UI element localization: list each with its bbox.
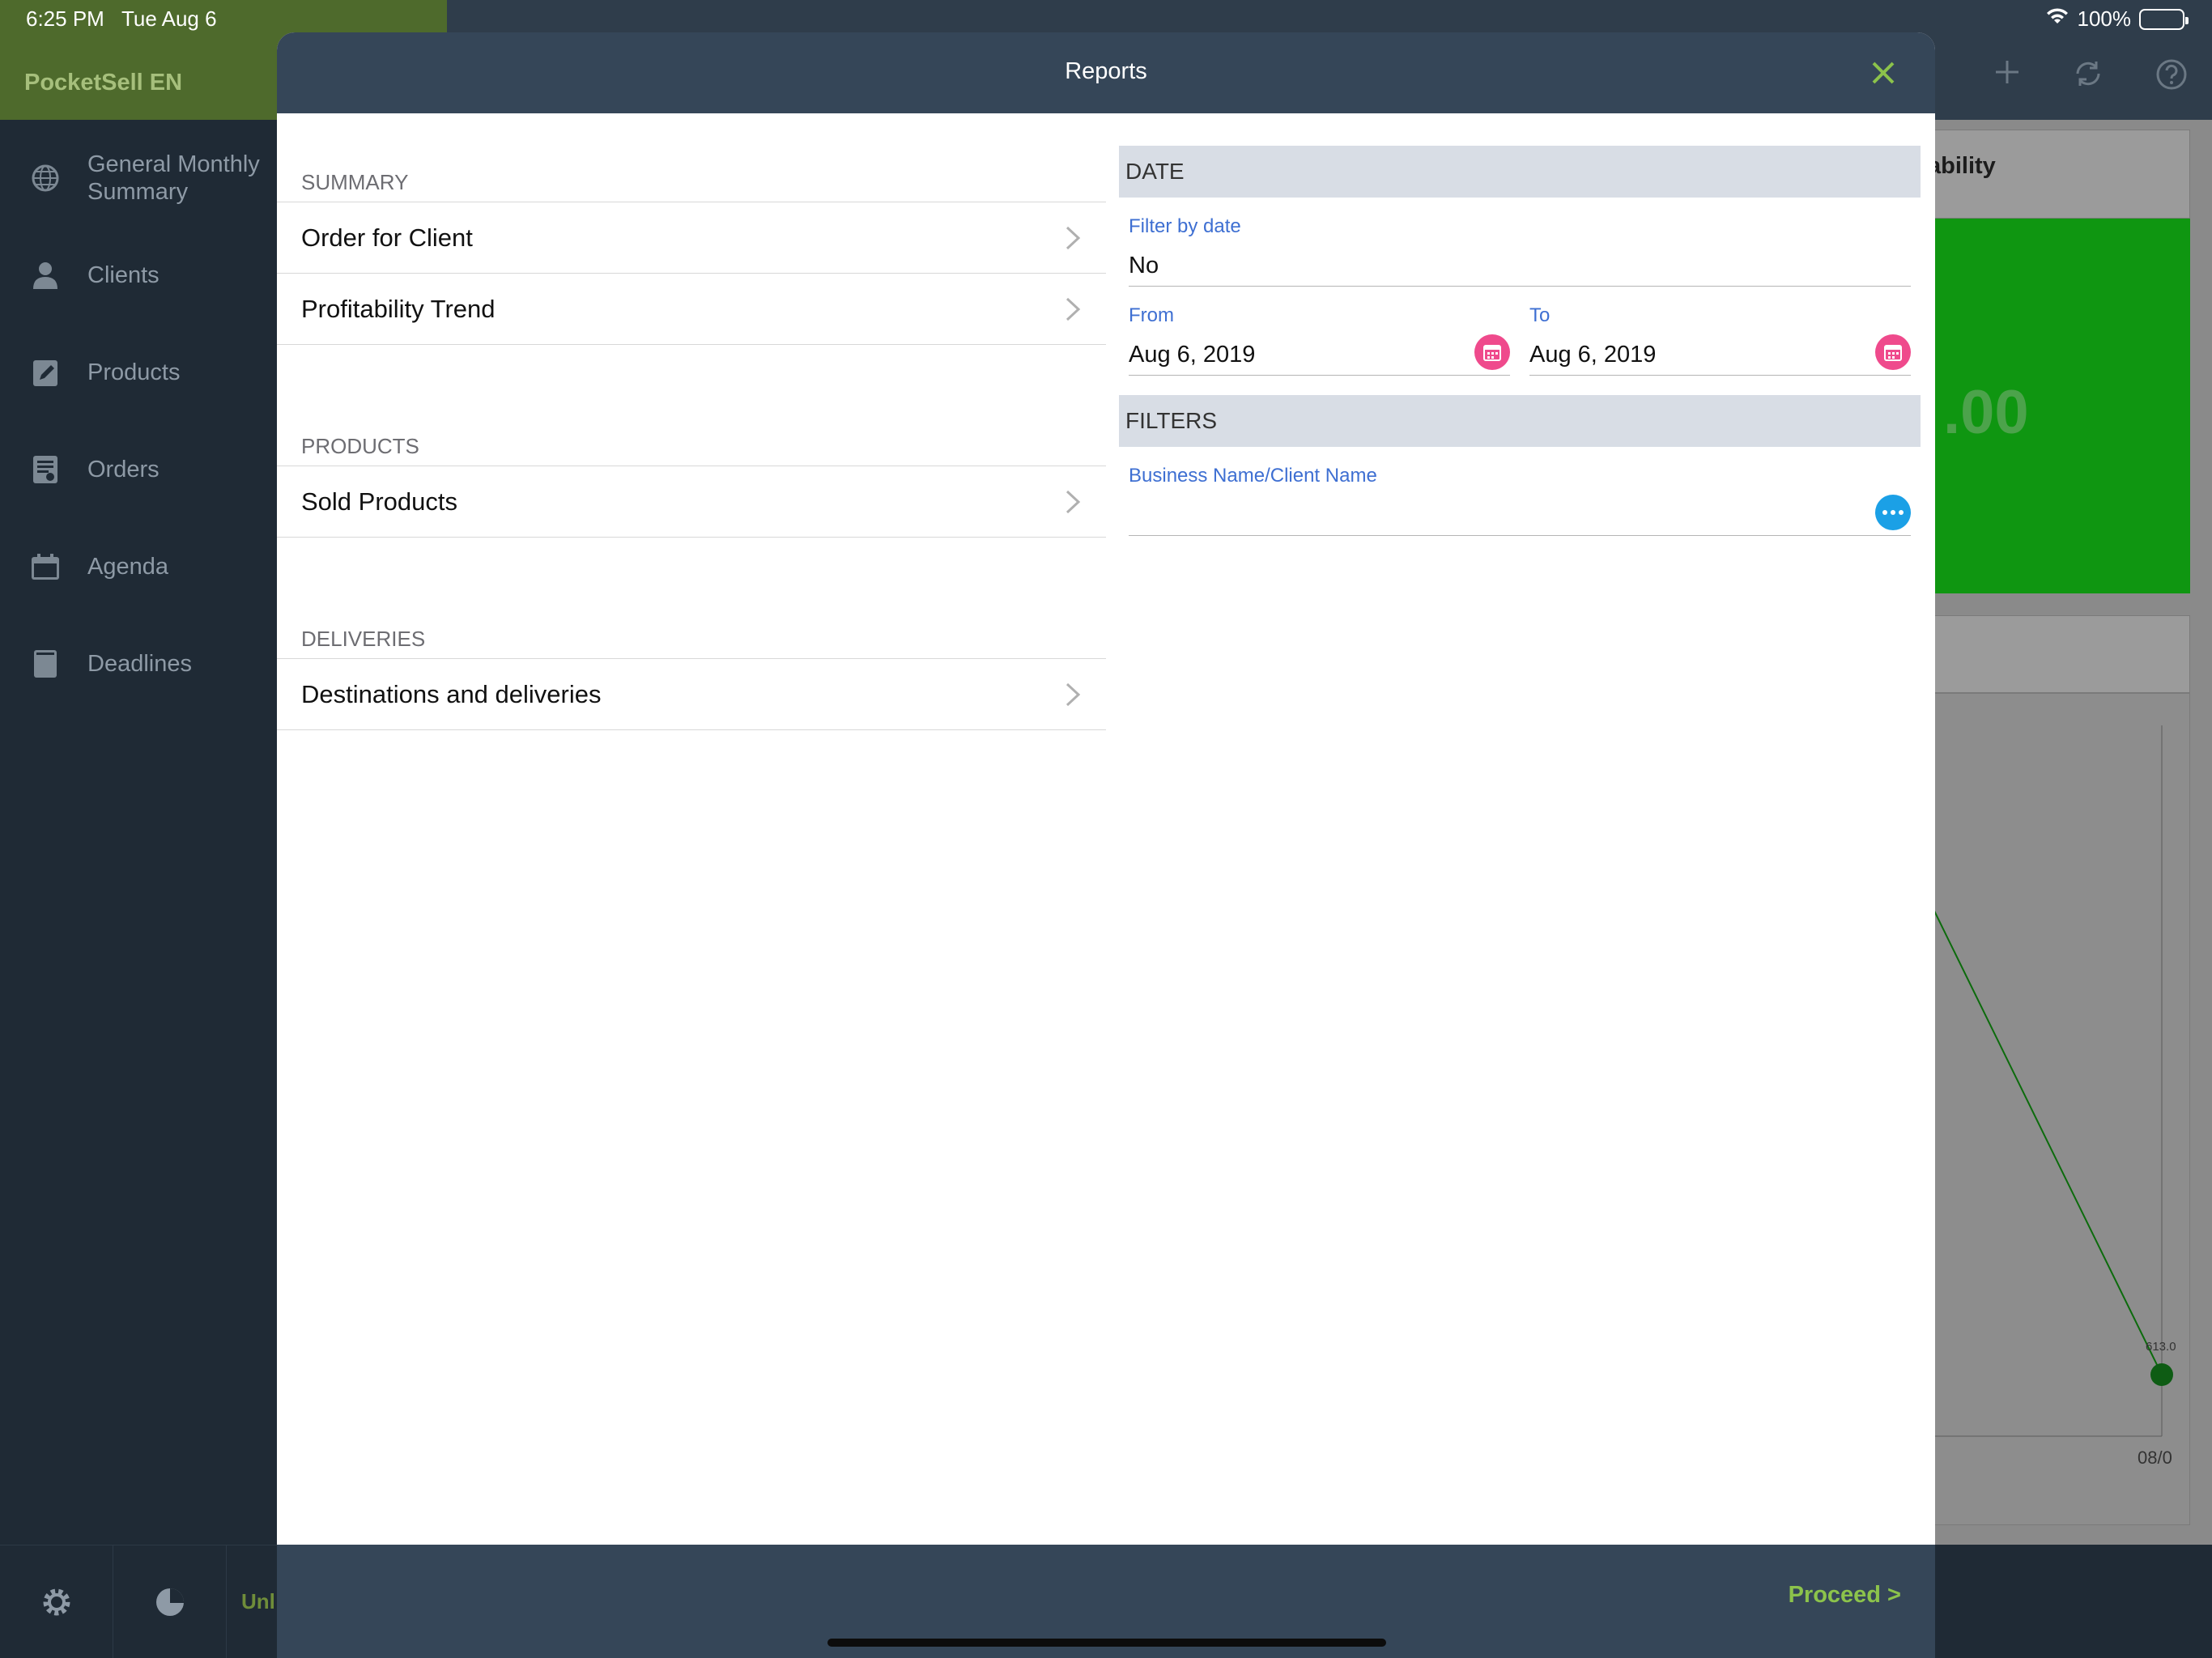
report-parameters: DATE Filter by date No From Aug 6, 2019 … (1119, 146, 1921, 536)
sidebar-item-label: Orders (87, 457, 160, 483)
sidebar-item-label: Deadlines (87, 651, 192, 677)
date-group-header: DATE (1119, 146, 1921, 198)
profitability-card-header: ability (1911, 130, 2190, 219)
to-date-value[interactable]: Aug 6, 2019 (1529, 327, 1911, 376)
sidebar-item-label: Products (87, 359, 181, 385)
sync-icon[interactable] (2073, 58, 2104, 95)
section-header-products: PRODUCTS (277, 393, 1106, 466)
calendar-icon (1884, 345, 1902, 361)
ellipsis-icon (1882, 510, 1887, 515)
close-button[interactable] (1864, 53, 1903, 92)
client-name-field[interactable]: Business Name/Client Name (1119, 447, 1921, 536)
report-row-label: Profitability Trend (301, 294, 496, 323)
sidebar-item-label: Agenda (87, 554, 168, 580)
book-icon (31, 649, 60, 678)
report-row-label: Order for Client (301, 223, 473, 252)
card-label: ability (1928, 153, 1996, 179)
sidebar-item-label: Clients (87, 262, 160, 288)
client-name-value[interactable] (1129, 487, 1911, 536)
more-options-button[interactable] (1875, 495, 1911, 530)
chevron-right-icon (1066, 297, 1081, 321)
status-date: Tue Aug 6 (121, 6, 217, 31)
profitability-card: .00 (1911, 219, 2190, 593)
trend-chart: 613.0 08/0 (1911, 725, 2176, 1468)
date-range-row: From Aug 6, 2019 To Aug 6, 2019 (1119, 287, 1921, 376)
chevron-right-icon (1066, 682, 1081, 706)
modal-footer: Proceed > (277, 1545, 1935, 1658)
report-row-sold-products[interactable]: Sold Products (277, 466, 1106, 538)
chart-point-label: 613.0 (2146, 1340, 2176, 1354)
filter-by-date-field[interactable]: Filter by date No (1119, 198, 1921, 287)
field-label: To (1529, 304, 1551, 326)
from-date-value[interactable]: Aug 6, 2019 (1129, 327, 1510, 376)
unlock-link[interactable]: Unl (227, 1589, 275, 1614)
status-time: 6:25 PM (26, 6, 104, 31)
wifi-icon (2045, 6, 2069, 32)
to-date-field[interactable]: To Aug 6, 2019 (1529, 287, 1911, 376)
field-label: From (1129, 304, 1174, 326)
chart-series-line (1911, 862, 2163, 1375)
document-icon (31, 455, 60, 484)
calendar-icon (1483, 345, 1501, 361)
report-row-profitability-trend[interactable]: Profitability Trend (277, 274, 1106, 345)
report-row-label: Destinations and deliveries (301, 679, 602, 708)
field-label: Filter by date (1129, 215, 1241, 237)
report-row-order-for-client[interactable]: Order for Client (277, 202, 1106, 274)
chart-header (1911, 615, 2190, 693)
chart-axis-label: 08/0 (2138, 1448, 2172, 1468)
report-row-label: Sold Products (301, 487, 457, 516)
help-icon[interactable] (2155, 58, 2188, 95)
edit-icon (31, 358, 60, 387)
globe-icon (31, 164, 60, 193)
add-icon[interactable] (1993, 58, 2021, 95)
app-title: PocketSell EN (24, 70, 183, 96)
battery-percent: 100% (2077, 6, 2132, 31)
chevron-right-icon (1066, 226, 1081, 249)
modal-title: Reports (1065, 58, 1147, 84)
sidebar-item-label: General Monthly Summary (87, 151, 260, 205)
from-date-field[interactable]: From Aug 6, 2019 (1129, 287, 1510, 376)
reports-modal: Reports SUMMARY Order for Client Profita… (277, 32, 1935, 1658)
calendar-icon (31, 552, 60, 581)
pie-chart-icon[interactable] (113, 1545, 227, 1658)
to-calendar-button[interactable] (1875, 334, 1911, 370)
close-icon (1872, 62, 1895, 84)
section-header-summary: SUMMARY (277, 130, 1106, 202)
to-date-text: Aug 6, 2019 (1529, 342, 1657, 368)
card-amount: .00 (1943, 378, 2029, 447)
topbar-icons (1993, 58, 2188, 95)
field-label: Business Name/Client Name (1129, 465, 1377, 487)
filter-by-date-value[interactable]: No (1129, 238, 1911, 287)
report-list: SUMMARY Order for Client Profitability T… (277, 113, 1106, 730)
proceed-button[interactable]: Proceed > (1789, 1582, 1901, 1609)
chevron-right-icon (1066, 490, 1081, 513)
from-calendar-button[interactable] (1474, 334, 1510, 370)
from-date-text: Aug 6, 2019 (1129, 342, 1256, 368)
battery-icon (2139, 8, 2189, 30)
chart-point (2150, 1363, 2173, 1386)
status-right: 100% (2045, 6, 2189, 32)
modal-header: Reports (277, 32, 1935, 113)
filters-group-header: FILTERS (1119, 395, 1921, 447)
section-header-deliveries: DELIVERIES (277, 586, 1106, 659)
gear-icon[interactable] (0, 1545, 113, 1658)
home-indicator (827, 1639, 1386, 1647)
report-row-destinations-and-deliveries[interactable]: Destinations and deliveries (277, 659, 1106, 730)
person-icon (31, 261, 60, 290)
